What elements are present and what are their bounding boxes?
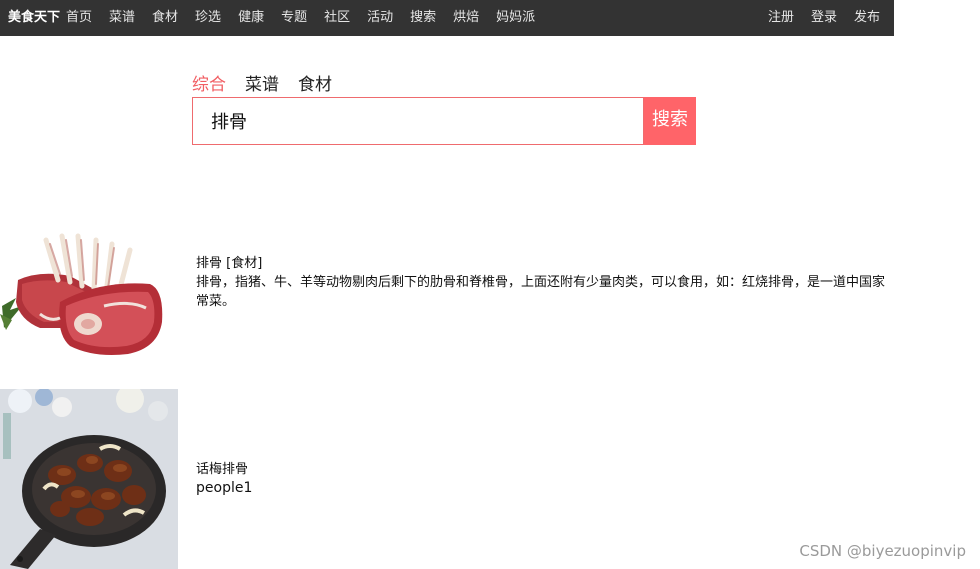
result-item[interactable]: 话梅排骨 people1 [0,389,894,569]
result-thumbnail[interactable] [0,210,178,385]
search-box [192,97,644,145]
result-title[interactable]: 排骨 [食材] [196,254,892,273]
search-input[interactable] [193,98,643,144]
nav-community[interactable]: 社区 [324,0,350,36]
result-description: 排骨，指猪、牛、羊等动物剔肉后剩下的肋骨和脊椎骨，上面还附有少量肉类，可以食用，… [196,275,886,309]
site-logo[interactable]: 美食天下 [8,0,60,36]
result-thumbnail[interactable] [0,389,178,569]
search-category-tabs: 综合 菜谱 食材 [192,74,332,96]
tab-ingredients[interactable]: 食材 [298,74,332,96]
result-item[interactable]: 排骨 [食材] 排骨，指猪、牛、羊等动物剔肉后剩下的肋骨和脊椎骨，上面还附有少量… [0,210,894,385]
tab-recipes[interactable]: 菜谱 [245,74,279,96]
nav-mom-club[interactable]: 妈妈派 [496,0,535,36]
result-text: 排骨 [食材] 排骨，指猪、牛、羊等动物剔肉后剩下的肋骨和脊椎骨，上面还附有少量… [196,254,892,311]
nav-home[interactable]: 首页 [66,0,92,36]
register-link[interactable]: 注册 [768,0,794,36]
nav-ingredients[interactable]: 食材 [152,0,178,36]
nav-selection[interactable]: 珍选 [195,0,221,36]
nav-search[interactable]: 搜索 [410,0,436,36]
nav-topics[interactable]: 专题 [281,0,307,36]
user-nav: 注册 登录 发布 [768,0,880,36]
nav-events[interactable]: 活动 [367,0,393,36]
login-link[interactable]: 登录 [811,0,837,36]
top-navigation-bar: 美食天下 首页 菜谱 食材 珍选 健康 专题 社区 活动 搜索 烘焙 妈妈派 注… [0,0,894,36]
publish-link[interactable]: 发布 [854,0,880,36]
main-nav: 首页 菜谱 食材 珍选 健康 专题 社区 活动 搜索 烘焙 妈妈派 [66,0,535,36]
nav-recipes[interactable]: 菜谱 [109,0,135,36]
nav-health[interactable]: 健康 [238,0,264,36]
result-author[interactable]: people1 [196,479,252,498]
result-text: 话梅排骨 people1 [196,460,252,498]
tab-all[interactable]: 综合 [192,74,226,96]
result-title[interactable]: 话梅排骨 [196,460,252,479]
watermark: CSDN @biyezuopinvip [799,542,966,560]
nav-baking[interactable]: 烘焙 [453,0,479,36]
search-button[interactable]: 搜索 [644,97,696,145]
